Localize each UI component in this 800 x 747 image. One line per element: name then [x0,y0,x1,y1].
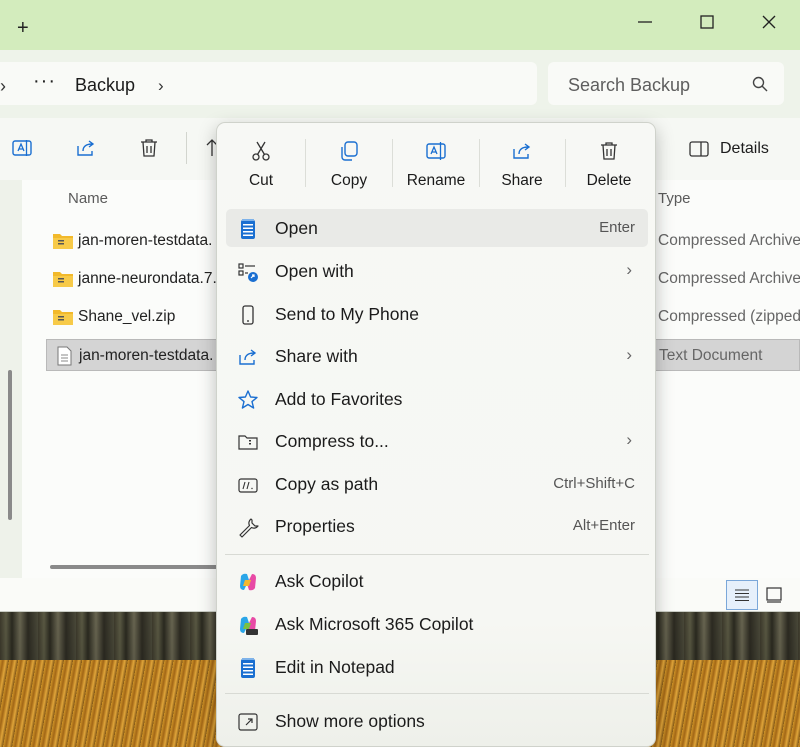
rename-icon [426,142,446,160]
file-type: Text Document [659,347,763,364]
cut-label: Cut [248,172,274,189]
shortcut-label: Enter [599,219,635,236]
zip-folder-icon [53,272,73,287]
menu-item-label: Edit in Notepad [275,657,395,677]
menu-item-edit-in-notepad[interactable]: Edit in Notepad [226,648,648,686]
menu-item-copy-as-path[interactable]: Copy as path Ctrl+Shift+C [226,465,648,503]
shortcut-label: Alt+Enter [572,517,635,534]
rename-button[interactable]: Rename [393,123,479,201]
breadcrumb-backup[interactable]: Backup [75,75,135,96]
menu-item-ask-m365-copilot[interactable]: Ask Microsoft 365 Copilot [226,605,648,643]
menu-item-add-to-favorites[interactable]: Add to Favorites [226,380,648,418]
delete-icon [601,142,617,160]
copy-button[interactable]: Copy [306,123,392,201]
menu-item-open[interactable]: Open Enter [226,209,648,247]
share-icon [239,349,257,365]
menu-item-label: Open [275,218,318,238]
toolbar-divider [186,132,187,164]
close-icon[interactable] [757,10,781,34]
menu-item-label: Send to My Phone [275,304,419,324]
rename-label: Rename [406,172,466,189]
search-placeholder: Search Backup [568,75,691,95]
microsoft-365-copilot-icon [240,616,258,635]
menu-item-label: Ask Microsoft 365 Copilot [275,614,474,634]
maximize-icon[interactable] [695,10,719,34]
zip-folder-icon [53,310,73,325]
notepad-icon [241,658,255,678]
column-header-name[interactable]: Name [68,190,108,207]
file-type: Compressed (zipped [658,308,800,325]
menu-item-properties[interactable]: Properties Alt+Enter [226,507,648,545]
address-bar-area: › ··· Backup › Search Backup [0,50,800,118]
file-type: Compressed Archive [658,232,800,249]
copy-path-icon [238,478,258,493]
context-menu: Cut Copy Rename Share Delete Open Enter … [216,122,656,747]
menu-item-compress-to[interactable]: Compress to... › [226,422,648,460]
notepad-icon [241,219,255,239]
share-label: Share [501,172,543,189]
menu-item-share-with[interactable]: Share with › [226,337,648,375]
open-with-icon [238,263,258,282]
new-tab-button[interactable]: + [17,18,29,38]
copy-icon [341,141,358,161]
menu-item-label: Copy as path [275,474,379,494]
title-bar: + [0,0,800,50]
breadcrumb-chevron[interactable]: › [158,76,164,96]
file-name: jan-moren-testdata. [79,347,214,364]
address-bar[interactable]: › ··· Backup › [0,62,537,105]
details-label: Details [720,140,769,157]
menu-item-open-with[interactable]: Open with › [226,252,648,290]
navigation-scrollbar[interactable] [8,370,12,520]
submenu-chevron: › [626,260,632,279]
menu-item-label: Show more options [275,711,425,731]
details-view-button[interactable] [726,580,758,610]
share-icon[interactable] [74,136,98,160]
delete-button[interactable]: Delete [566,123,652,201]
cut-icon [252,141,270,161]
delete-label: Delete [586,172,632,189]
column-header-type[interactable]: Type [658,190,691,207]
zip-folder-icon [53,234,73,249]
submenu-chevron: › [626,345,632,364]
menu-item-send-to-phone[interactable]: Send to My Phone [226,295,648,333]
menu-divider [225,554,649,555]
menu-item-label: Properties [275,516,355,536]
copilot-icon [240,573,256,591]
show-more-options-icon [238,713,258,731]
menu-item-label: Compress to... [275,431,389,451]
cut-button[interactable]: Cut [218,123,304,201]
menu-item-show-more-options[interactable]: Show more options [226,702,648,740]
text-document-icon [57,346,72,366]
minimize-icon[interactable] [633,10,657,34]
file-name: Shane_vel.zip [78,308,176,325]
menu-item-label: Share with [275,346,358,366]
copy-label: Copy [330,172,368,189]
horizontal-scrollbar[interactable] [50,565,220,569]
search-input[interactable]: Search Backup [548,62,784,105]
phone-icon [242,305,254,325]
delete-icon[interactable] [137,136,161,160]
wrench-icon [239,518,259,538]
menu-item-ask-copilot[interactable]: Ask Copilot [226,562,648,600]
share-button[interactable]: Share [479,123,565,201]
zip-folder-icon [238,435,258,450]
menu-divider [225,693,649,694]
tiles-view-icon[interactable] [764,585,784,605]
file-name: janne-neurondata.7. [78,270,217,287]
rename-icon[interactable] [10,136,34,160]
share-icon [513,143,531,159]
file-name: jan-moren-testdata. [78,232,213,249]
breadcrumb-chevron[interactable]: › [0,76,6,97]
menu-item-label: Open with [275,261,354,281]
breadcrumb-overflow[interactable]: ··· [33,70,56,93]
search-icon [752,76,768,92]
menu-item-label: Add to Favorites [275,389,403,409]
list-view-icon [735,589,749,601]
star-icon [238,390,258,409]
details-pane-icon [689,141,709,157]
shortcut-label: Ctrl+Shift+C [553,475,635,492]
submenu-chevron: › [626,430,632,449]
menu-item-label: Ask Copilot [275,571,364,591]
file-type: Compressed Archive [658,270,800,287]
